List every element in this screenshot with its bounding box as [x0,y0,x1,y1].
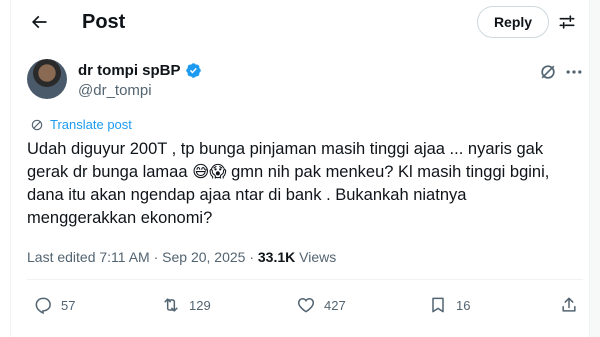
translate-label[interactable]: Translate post [50,117,132,132]
right-scroll-area [589,0,600,337]
like-count: 427 [324,297,346,313]
verified-badge-icon [185,63,201,78]
reply-action[interactable]: 57 [33,295,75,315]
reply-icon [35,297,51,315]
avatar[interactable] [27,59,67,99]
settings-button[interactable] [556,11,578,33]
arrow-left-icon [31,15,47,29]
heart-icon [297,297,315,313]
views-label: Views [295,249,337,265]
repost-action[interactable]: 129 [161,295,211,315]
bookmark-icon [432,297,444,313]
views-count: 33.1K [257,249,296,265]
bookmark-count: 16 [456,297,471,313]
reply-button[interactable]: Reply [477,6,549,38]
grok-icon [541,65,555,79]
edited-timestamp[interactable]: Last edited 7:11 AM · Sep 20, 2025 · [27,249,258,265]
share-action[interactable] [559,295,579,315]
translate-icon [31,119,43,130]
author-name[interactable]: dr tompi spBP [78,62,181,79]
grok-button[interactable] [538,62,558,82]
author-name-row[interactable]: dr tompi spBP [78,62,202,79]
header: Post Reply [11,0,589,44]
page-title: Post [82,11,126,33]
reply-count: 57 [61,297,76,313]
tweet-meta: Last edited 7:11 AM · Sep 20, 2025 · 33.… [27,249,336,265]
more-dots-icon [566,70,582,74]
sliders-icon [559,15,575,29]
bookmark-action[interactable]: 16 [428,295,470,315]
divider [27,279,583,280]
author-handle[interactable]: @dr_tompi [78,82,152,99]
share-icon [562,297,576,312]
repost-count: 129 [189,297,211,313]
left-border [10,0,11,337]
back-button[interactable] [27,10,51,34]
translate-post-link[interactable]: Translate post [30,117,132,132]
like-action[interactable]: 427 [296,295,346,315]
repost-icon [164,298,178,312]
more-options-button[interactable] [564,62,584,82]
tweet-text: Udah diguyur 200T , tp bunga pinjaman ma… [27,140,550,227]
